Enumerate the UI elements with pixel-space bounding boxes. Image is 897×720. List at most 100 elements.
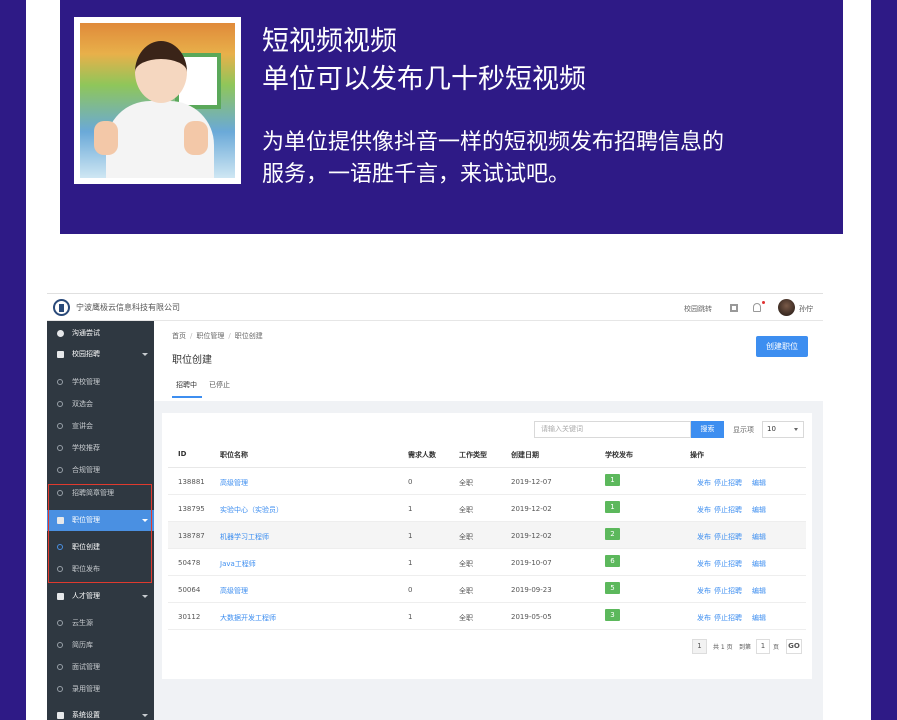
grid-icon[interactable] — [730, 304, 738, 312]
column-header-actions: 操作 — [690, 451, 704, 459]
stop-recruiting-link[interactable]: 停止招聘 — [714, 613, 742, 623]
chevron-down-icon — [142, 595, 148, 598]
pagination-current-page[interactable]: 1 — [692, 639, 707, 654]
cell-name[interactable]: 高级管理 — [220, 478, 248, 488]
sidebar-item-hire-management[interactable]: 录用管理 — [47, 679, 154, 700]
published-count-badge: 3 — [605, 609, 620, 621]
sidebar-item-communication[interactable]: 沟通尝试 — [47, 323, 154, 344]
thumbs-up-icon — [184, 121, 208, 155]
promo-photo-image — [80, 23, 235, 178]
cell-date: 2019-12-07 — [511, 478, 552, 486]
published-count-badge: 1 — [605, 474, 620, 486]
bullet-icon — [57, 544, 63, 550]
sidebar-item-position-publish[interactable]: 职位发布 — [47, 559, 154, 580]
company-name: 宁波鹰极云信息科技有限公司 — [76, 303, 180, 312]
stop-recruiting-link[interactable]: 停止招聘 — [714, 586, 742, 596]
bell-icon[interactable] — [753, 303, 761, 312]
building-icon — [57, 351, 64, 358]
published-count-badge: 5 — [605, 582, 620, 594]
sidebar-item-position-management[interactable]: 职位管理 — [47, 510, 154, 531]
edit-link[interactable]: 编辑 — [752, 613, 766, 623]
cell-name[interactable]: Java工程师 — [220, 559, 256, 569]
cell-name[interactable]: 大数据开发工程师 — [220, 613, 276, 623]
cell-name[interactable]: 实验中心（实验员） — [220, 505, 283, 515]
cell-name[interactable]: 高级管理 — [220, 586, 248, 596]
people-icon — [57, 593, 64, 600]
cell-date: 2019-09-23 — [511, 586, 552, 594]
campus-link[interactable]: 校园跳转 — [684, 304, 712, 314]
sidebar-item-seminar[interactable]: 宣讲会 — [47, 416, 154, 437]
sidebar-item-talent-management[interactable]: 人才管理 — [47, 586, 154, 607]
sidebar-item-school-recommend[interactable]: 学校推荐 — [47, 438, 154, 459]
chevron-down-icon — [142, 714, 148, 717]
stop-recruiting-link[interactable]: 停止招聘 — [714, 532, 742, 542]
cell-name[interactable]: 机器学习工程师 — [220, 532, 269, 542]
publish-link[interactable]: 发布 — [697, 613, 711, 623]
edit-link[interactable]: 编辑 — [752, 532, 766, 542]
column-header-name: 职位名称 — [220, 451, 248, 459]
banner-title: 短视频视频 — [262, 26, 397, 57]
sidebar-item-brochure-management[interactable]: 招聘简章管理 — [47, 483, 154, 504]
column-header-id: ID — [178, 450, 187, 458]
publish-link[interactable]: 发布 — [697, 532, 711, 542]
sidebar-item-label: 招聘简章管理 — [72, 489, 114, 497]
sidebar-item-system-settings[interactable]: 系统设置 — [47, 705, 154, 720]
publish-link[interactable]: 发布 — [697, 586, 711, 596]
cell-date: 2019-10-07 — [511, 559, 552, 567]
pagination-go-button[interactable]: GO — [786, 639, 802, 654]
sidebar-item-cloud-source[interactable]: 云生源 — [47, 613, 154, 634]
sidebar-item-position-create[interactable]: 职位创建 — [47, 537, 154, 558]
create-position-button[interactable]: 创建职位 — [756, 336, 808, 357]
breadcrumb-home[interactable]: 首页 — [172, 332, 186, 340]
publish-link[interactable]: 发布 — [697, 478, 711, 488]
cell-type: 全职 — [459, 479, 473, 487]
sidebar-item-resume-library[interactable]: 简历库 — [47, 635, 154, 656]
avatar[interactable] — [778, 299, 795, 316]
chat-icon — [57, 330, 64, 337]
cell-date: 2019-12-02 — [511, 532, 552, 540]
bullet-icon — [57, 490, 63, 496]
column-header-count: 需求人数 — [408, 451, 436, 459]
stop-recruiting-link[interactable]: 停止招聘 — [714, 505, 742, 515]
breadcrumb-position-management[interactable]: 职位管理 — [196, 332, 224, 340]
tab-stopped[interactable]: 已停止 — [209, 380, 230, 390]
breadcrumb-current: 职位创建 — [234, 332, 263, 340]
company-logo-icon[interactable] — [53, 299, 70, 316]
cell-type: 全职 — [459, 587, 473, 595]
tab-recruiting[interactable]: 招聘中 — [176, 380, 197, 390]
search-input[interactable]: 请输入关键词 — [534, 421, 691, 438]
sidebar-item-label: 录用管理 — [72, 685, 100, 693]
promo-photo — [74, 17, 241, 184]
stop-recruiting-link[interactable]: 停止招聘 — [714, 478, 742, 488]
sidebar-item-interview-management[interactable]: 面试管理 — [47, 657, 154, 678]
publish-link[interactable]: 发布 — [697, 505, 711, 515]
banner-subtitle: 单位可以发布几十秒短视频 — [262, 64, 586, 95]
table-row: 138787 机器学习工程师 1 全职 2019-12-02 2 发布 停止招聘… — [168, 522, 806, 549]
thumbs-up-icon — [94, 121, 118, 155]
edit-link[interactable]: 编辑 — [752, 586, 766, 596]
user-name[interactable]: 孙佇 — [799, 304, 813, 314]
sidebar-item-school-management[interactable]: 学校管理 — [47, 372, 154, 393]
gear-icon — [57, 712, 64, 719]
stop-recruiting-link[interactable]: 停止招聘 — [714, 559, 742, 569]
page-size-select[interactable]: 10 — [762, 421, 804, 438]
sidebar-item-compliance[interactable]: 合规管理 — [47, 460, 154, 481]
sidebar-item-label: 职位管理 — [72, 516, 100, 524]
edit-link[interactable]: 编辑 — [752, 478, 766, 488]
cell-id: 30112 — [178, 613, 201, 621]
sidebar-item-job-fair[interactable]: 双选会 — [47, 394, 154, 415]
cell-id: 138881 — [178, 478, 205, 486]
edit-link[interactable]: 编辑 — [752, 505, 766, 515]
edit-link[interactable]: 编辑 — [752, 559, 766, 569]
sidebar-item-label: 人才管理 — [72, 592, 100, 600]
sidebar-item-label: 系统设置 — [72, 711, 100, 719]
chevron-down-icon — [142, 353, 148, 356]
bullet-icon — [57, 620, 63, 626]
cell-id: 138795 — [178, 505, 205, 513]
pagination-goto-input[interactable]: 1 — [756, 639, 770, 654]
sidebar-item-label: 职位创建 — [72, 543, 100, 551]
search-button[interactable]: 搜索 — [691, 421, 724, 438]
cell-type: 全职 — [459, 614, 473, 622]
sidebar-item-campus-recruiting[interactable]: 校园招聘 — [47, 344, 154, 365]
publish-link[interactable]: 发布 — [697, 559, 711, 569]
